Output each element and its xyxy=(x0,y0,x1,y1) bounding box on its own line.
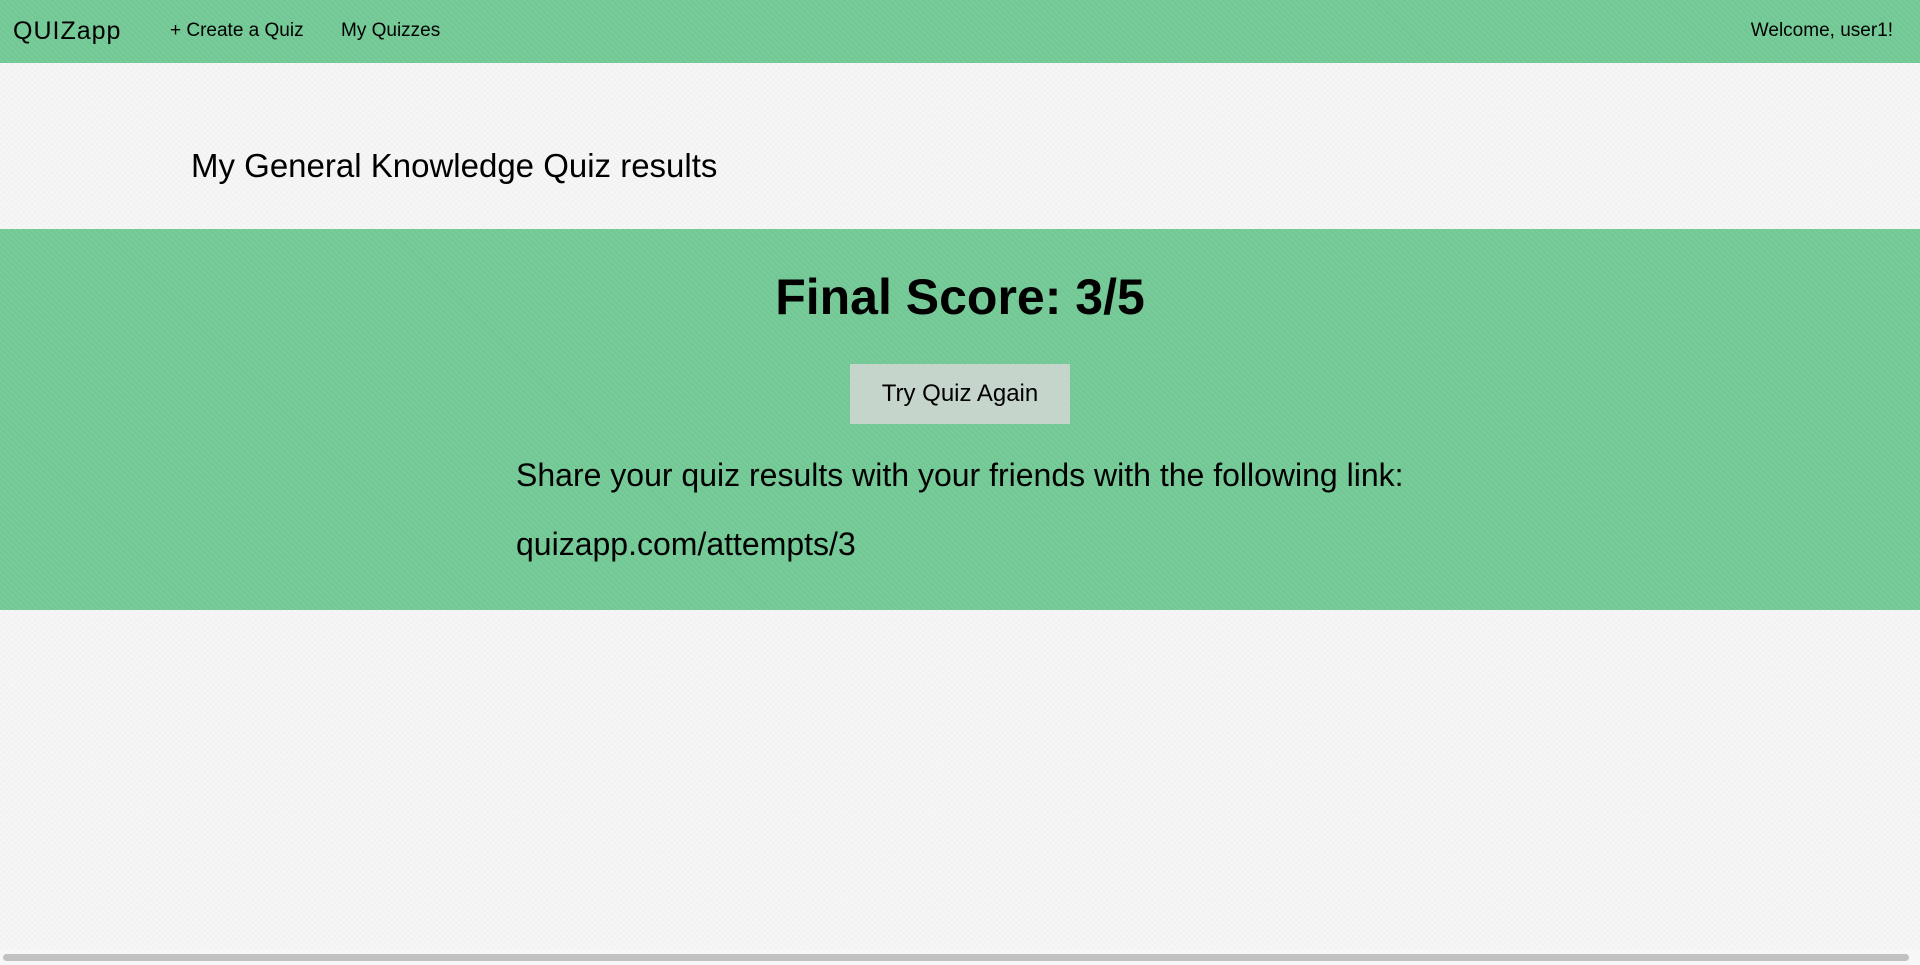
share-link[interactable]: quizapp.com/attempts/3 xyxy=(516,524,856,564)
my-quizzes-link[interactable]: My Quizzes xyxy=(341,20,440,42)
page-title: My General Knowledge Quiz results xyxy=(191,147,718,184)
create-quiz-link[interactable]: + Create a Quiz xyxy=(170,20,304,42)
try-quiz-again-button[interactable]: Try Quiz Again xyxy=(850,364,1070,424)
brand-logo-app: app xyxy=(76,17,122,45)
horizontal-scrollbar[interactable] xyxy=(0,950,1920,965)
results-panel: Final Score: 3/5 Try Quiz Again Share yo… xyxy=(0,229,1920,610)
brand-logo[interactable]: QUIZapp xyxy=(13,16,121,46)
final-score: Final Score: 3/5 xyxy=(775,269,1145,325)
brand-logo-quiz: QUIZ xyxy=(13,17,77,45)
welcome-message: Welcome, user1! xyxy=(1750,20,1893,41)
top-navbar: QUIZapp + Create a Quiz My Quizzes Welco… xyxy=(0,0,1920,63)
scrollbar-thumb[interactable] xyxy=(3,954,1909,961)
share-instructions: Share your quiz results with your friend… xyxy=(516,457,1404,493)
